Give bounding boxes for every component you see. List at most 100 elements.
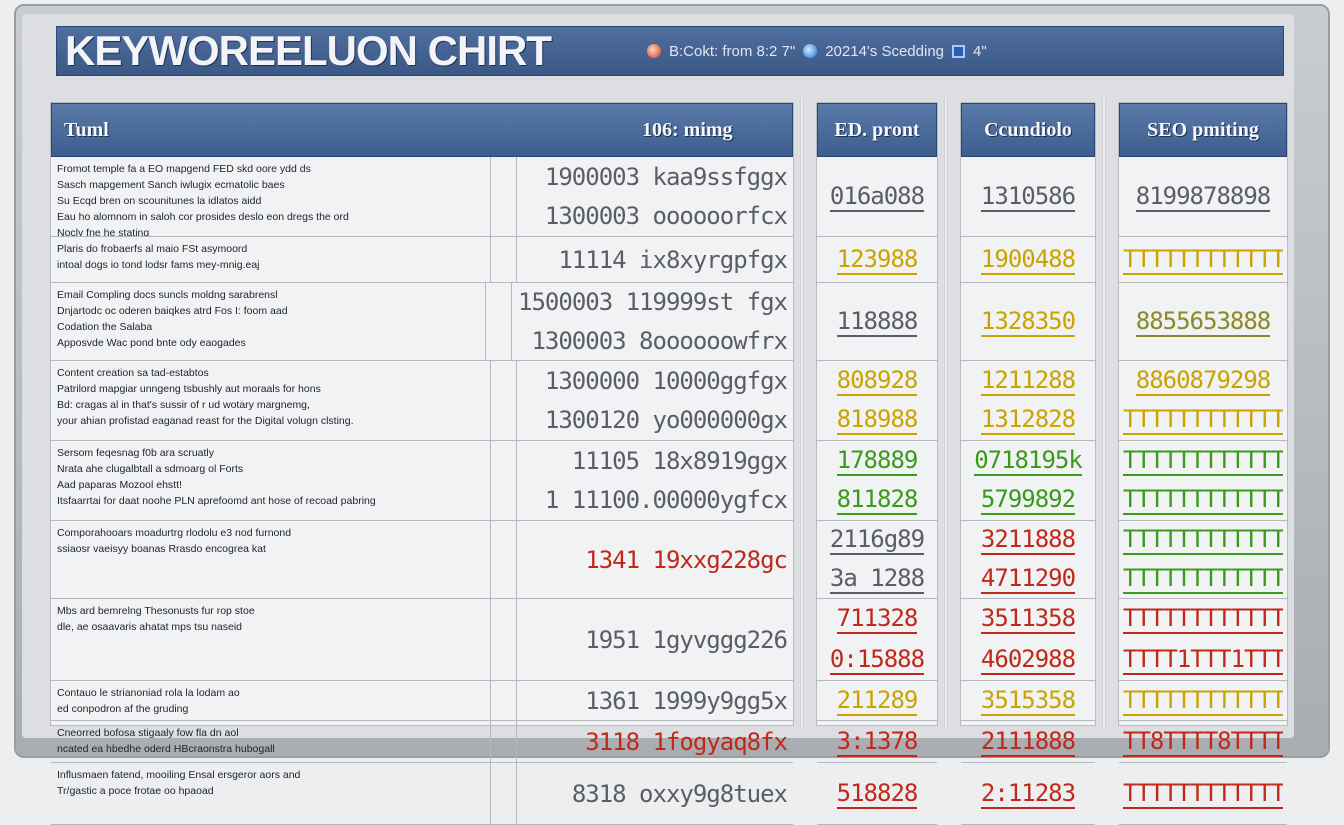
- ed-value: 211289: [836, 685, 918, 716]
- description-line: Nrata ahe clugalbtall a sdmoarg ol Forts: [57, 463, 244, 475]
- ed-value: 178889: [836, 445, 918, 476]
- row-marker: [491, 721, 517, 762]
- keyword-row: Influsmaen fatend, mooiling Ensal ersger…: [51, 763, 793, 825]
- keyword-description: Influsmaen fatend, mooiling Ensal ersger…: [51, 763, 491, 824]
- toolbar: B:Cokt: from 8:2 7" 20214's Scedding 4": [647, 43, 987, 60]
- description-line: Sersom feqesnag f0b ara scruatly: [57, 447, 214, 459]
- checkbox-icon[interactable]: [952, 44, 966, 58]
- cand-cell: 3515358: [961, 681, 1095, 721]
- page-title: KEYWOREELUON CHIRT: [65, 27, 552, 74]
- mining-value: 1 11100.00000ygfcx: [544, 486, 787, 515]
- description-line: ssiaosr vaeisyy boanas Rrasdo encogrea k…: [57, 543, 266, 555]
- seo-cell: 8199878898: [1119, 157, 1287, 237]
- seo-cell: TTTTTTTTTTTT: [1119, 681, 1287, 721]
- ed-value: 808928: [836, 365, 918, 396]
- description-line: Patrilord mapgiar unngeng tsbushly aut m…: [57, 383, 321, 395]
- mining-values: 1361 1999y9gg5x: [517, 681, 793, 720]
- cand-value: 3515358: [980, 685, 1076, 716]
- description-line: dle, ae osaavaris ahatat mps tsu naseid: [57, 621, 243, 633]
- seo-cell: TT8TTTT8TTTT: [1119, 721, 1287, 763]
- description-line: Codation the Salaba: [57, 321, 153, 333]
- keyword-row: Contauo le strianoniad rola la lodam ao e…: [51, 681, 793, 721]
- description-line: Dnjartodc oc oderen baiqkes atrd Fos I: …: [57, 305, 288, 317]
- seo-value: TTTTTTTTTTTT: [1123, 778, 1283, 809]
- cand-value: 1310586: [980, 181, 1076, 212]
- mining-value: 11114 ix8xyrgpfgx: [558, 245, 787, 274]
- keyword-row: Comporahooars moadurtrg rlodolu e3 nod f…: [51, 521, 793, 599]
- row-marker: [491, 237, 517, 282]
- keyword-description: Content creation sa tad-estabtos Patrilor…: [51, 361, 491, 440]
- mining-values: 3118 1fogyaq8fx: [517, 721, 793, 762]
- description-line: ncated ea hbedhe oderd HBcraonstra hubog…: [57, 743, 275, 755]
- ed-value: 123988: [836, 244, 918, 275]
- description-line: your ahian profistad eaganad reast for t…: [57, 415, 354, 427]
- row-marker: [491, 681, 517, 720]
- ed-value: 3a 1288: [829, 563, 925, 594]
- description-line: Nocly fne he stating: [57, 227, 150, 236]
- cand-cell: 1310586: [961, 157, 1095, 237]
- record-icon[interactable]: [647, 44, 661, 58]
- cand-cell: 1328350: [961, 283, 1095, 361]
- cand-cell: 1900488: [961, 237, 1095, 283]
- mining-values: 1341 19xxg228gc: [517, 521, 793, 598]
- cand-value: 1328350: [980, 306, 1076, 337]
- mining-values: 1300000 10000ggfgx 1300120 yo000000gx: [517, 361, 793, 440]
- keyword-row: Sersom feqesnag f0b ara scruatly Nrata ah…: [51, 441, 793, 521]
- mining-values: 11114 ix8xyrgpfgx: [517, 237, 793, 282]
- ed-cell: 2116g89 3a 1288: [817, 521, 937, 599]
- mining-value: 3118 1fogyaq8fx: [585, 727, 787, 756]
- description-line: Email Compling docs suncls moldng sarabr…: [57, 289, 278, 301]
- cand-cell: 2:11283: [961, 763, 1095, 825]
- ed-cell: 711328 0:15888: [817, 599, 937, 681]
- toolbar-extra: 4": [973, 42, 987, 60]
- cand-cell: 3511358 4602988: [961, 599, 1095, 681]
- seo-value: 8199878898: [1135, 181, 1271, 212]
- cand-value: 1211288: [980, 365, 1076, 396]
- cand-value: 3511358: [980, 604, 1076, 635]
- cand-cell: 0718195k 5799892: [961, 441, 1095, 521]
- seo-header: SEO pmiting: [1119, 103, 1287, 157]
- column-divider: [1102, 98, 1106, 730]
- description-line: Comporahooars moadurtrg rlodolu e3 nod f…: [57, 527, 292, 539]
- row-marker: [486, 283, 513, 360]
- cand-value: 1900488: [980, 244, 1076, 275]
- seo-value: TTTTTTTTTTTT: [1123, 685, 1283, 716]
- description-line: Mbs ard bemrelng Thesonusts fur rop stoe: [57, 605, 255, 617]
- keyword-description: Cneorred bofosa stigaaly fow fla dn aol n…: [51, 721, 491, 762]
- description-line: Fromot temple fa a EO mapgend FED skd oo…: [57, 163, 311, 175]
- row-marker: [491, 521, 517, 598]
- title-bar: KEYWOREELUON CHIRT B:Cokt: from 8:2 7" 2…: [56, 26, 1284, 76]
- ed-cell: 808928 818988: [817, 361, 937, 441]
- seo-cell: 8855653888: [1119, 283, 1287, 361]
- seo-cell: TTTTTTTTTTTT TTTTTTTTTTTT: [1119, 441, 1287, 521]
- seo-value: TTTTTTTTTTTT: [1123, 525, 1283, 556]
- description-line: Sasch mapgement Sanch iwlugix ecmatolic …: [57, 179, 285, 191]
- ed-value: 3:1378: [836, 726, 918, 757]
- status-text: B:Cokt: from 8:2 7": [669, 42, 796, 60]
- ed-point-panel: ED. pront 016a088 123988 118888 808928 81898…: [816, 102, 938, 825]
- description-line: Aad paparas Mozool ehstt!: [57, 479, 182, 491]
- seo-cell: TTTTTTTTTTTT TTTTTTTTTTTT: [1119, 521, 1287, 599]
- cand-value: 4711290: [980, 563, 1076, 594]
- refresh-icon[interactable]: [803, 44, 818, 58]
- ed-value: 016a088: [829, 181, 925, 212]
- mining-values: 11105 18x8919ggx 1 11100.00000ygfcx: [517, 441, 793, 520]
- keyword-description: Contauo le strianoniad rola la lodam ao e…: [51, 681, 491, 720]
- description-line: Content creation sa tad-estabtos: [57, 367, 209, 379]
- mining-value: 1361 1999y9gg5x: [585, 686, 787, 715]
- keyword-description: Sersom feqesnag f0b ara scruatly Nrata ah…: [51, 441, 491, 520]
- cand-value: 3211888: [980, 525, 1076, 556]
- ed-cell: 178889 811828: [817, 441, 937, 521]
- seo-value: TT8TTTT8TTTT: [1123, 726, 1283, 757]
- mining-value: 1300003 oooooorfcx: [544, 202, 787, 231]
- ed-value: 2116g89: [829, 525, 925, 556]
- seo-value: 8855653888: [1135, 306, 1271, 337]
- cand-value: 2:11283: [980, 778, 1076, 809]
- header-mining: 106: mimg: [642, 118, 733, 141]
- ed-value: 711328: [836, 604, 918, 635]
- column-divider: [800, 98, 804, 730]
- cand-value: 0718195k: [974, 445, 1082, 476]
- seo-value: TTTTTTTTTTTT: [1123, 563, 1283, 594]
- candidate-header: Ccundiolo: [961, 103, 1095, 157]
- mining-value: 1500003 119999st fgx: [518, 288, 787, 317]
